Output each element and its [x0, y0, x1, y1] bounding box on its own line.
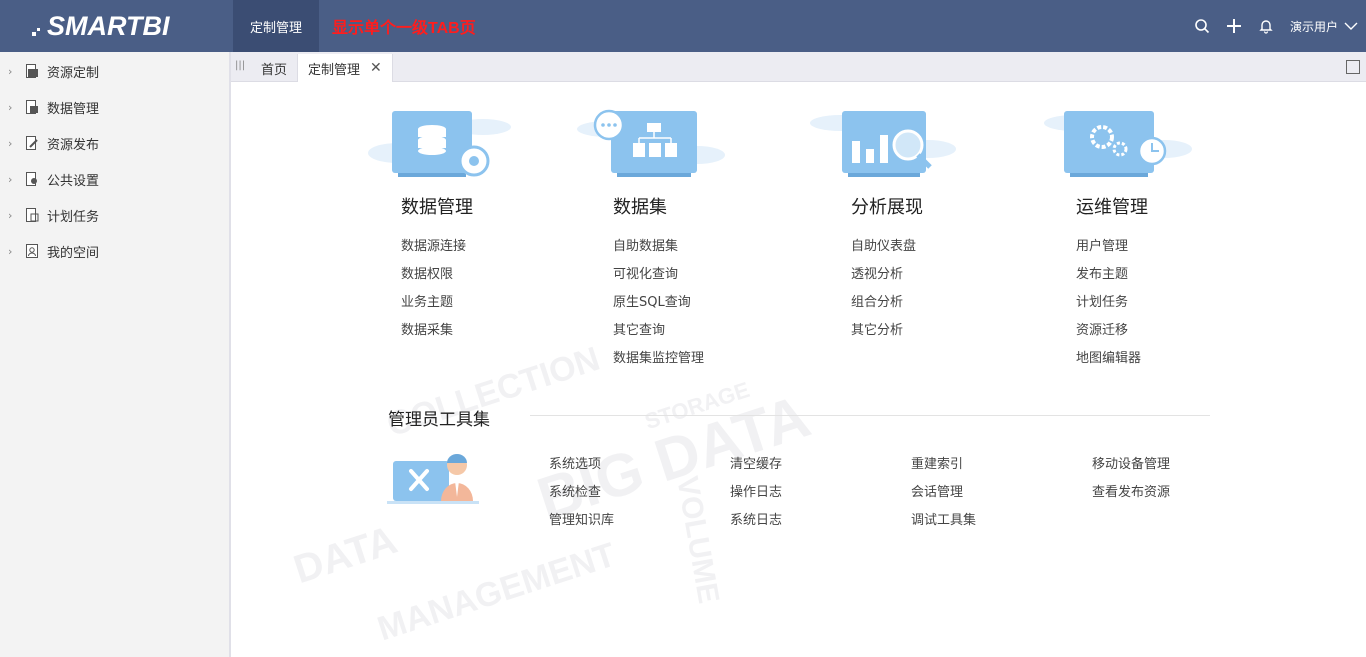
link-map-editor[interactable]: 地图编辑器 [1076, 351, 1141, 379]
category-links: 数据源连接 数据权限 业务主题 数据采集 [401, 239, 466, 351]
sidebar-item-label: 资源定制 [47, 65, 100, 81]
sidebar-item-label: 公共设置 [47, 173, 100, 189]
sidebar-item-my-space[interactable]: › 我的空间 [0, 233, 229, 269]
link-mobile-device-management[interactable]: 移动设备管理 [1092, 453, 1170, 481]
tab-menu-grip-icon[interactable]: ||| [235, 60, 245, 72]
top-tab-custom-management[interactable]: 定制管理 [233, 0, 319, 52]
link-publish-theme[interactable]: 发布主题 [1076, 267, 1141, 295]
link-scheduled-tasks[interactable]: 计划任务 [1076, 295, 1141, 323]
chevron-right-icon: › [8, 64, 13, 78]
tab-home-label: 首页 [261, 62, 288, 78]
sidebar-item-data-management[interactable]: › 数据管理 [0, 89, 229, 125]
category-links: 用户管理 发布主题 计划任务 资源迁移 地图编辑器 [1076, 239, 1141, 379]
link-datasource-connection[interactable]: 数据源连接 [401, 239, 466, 267]
chevron-right-icon: › [8, 208, 13, 222]
link-rebuild-index[interactable]: 重建索引 [911, 453, 976, 481]
link-system-log[interactable]: 系统日志 [730, 509, 782, 537]
link-operation-log[interactable]: 操作日志 [730, 481, 782, 509]
tab-custom-management[interactable]: 定制管理 ✕ [297, 54, 393, 82]
link-other-analysis[interactable]: 其它分析 [851, 323, 916, 351]
chart-magnifier-illustration-icon [810, 111, 956, 177]
user-menu[interactable]: 演示用户 [1290, 18, 1366, 35]
link-visual-query[interactable]: 可视化查询 [613, 267, 704, 295]
logo-text: SMARTBI [47, 10, 170, 41]
link-clear-cache[interactable]: 清空缓存 [730, 453, 782, 481]
link-business-theme[interactable]: 业务主题 [401, 295, 466, 323]
admin-tools-title: 管理员工具集 [388, 410, 490, 430]
divider [530, 415, 1210, 416]
category-title: 数据管理 [401, 197, 473, 218]
chevron-right-icon: › [8, 100, 13, 114]
sidebar-item-resource-custom[interactable]: › 资源定制 [0, 53, 229, 89]
database-gear-illustration-icon [368, 111, 511, 177]
link-system-options[interactable]: 系统选项 [549, 453, 614, 481]
link-session-management[interactable]: 会话管理 [911, 481, 976, 509]
folder-doc-icon [26, 64, 38, 78]
link-user-management[interactable]: 用户管理 [1076, 239, 1141, 267]
tab-home[interactable]: 首页 [251, 54, 297, 82]
link-data-collection[interactable]: 数据采集 [401, 323, 466, 351]
sidebar-item-resource-publish[interactable]: › 资源发布 [0, 125, 229, 161]
dataset-chat-illustration-icon [577, 109, 725, 177]
close-icon[interactable]: ✕ [370, 60, 382, 76]
main-content: COLLECTION BIG DATA DATA MANAGEMENT VOLU… [233, 83, 1366, 657]
sidebar-item-label: 数据管理 [47, 101, 100, 117]
admin-column: 移动设备管理 查看发布资源 [1092, 453, 1170, 509]
top-bar: SMARTBI 定制管理 显示单个一级TAB页 演示用户 [0, 0, 1366, 52]
link-self-service-dashboard[interactable]: 自助仪表盘 [851, 239, 916, 267]
category-links: 自助数据集 可视化查询 原生SQL查询 其它查询 数据集监控管理 [613, 239, 704, 379]
admin-column: 系统选项 系统检查 管理知识库 [549, 453, 614, 537]
database-doc-icon [26, 100, 38, 114]
publish-doc-icon [26, 136, 38, 150]
top-toolbar: 演示用户 [1186, 0, 1366, 52]
sidebar-item-public-settings[interactable]: › 公共设置 [0, 161, 229, 197]
gears-clock-illustration-icon [1044, 111, 1192, 177]
annotation-text: 显示单个一级TAB页 [332, 20, 476, 37]
category-title: 数据集 [613, 197, 667, 218]
chevron-right-icon: › [8, 244, 13, 258]
plus-icon[interactable] [1218, 10, 1250, 42]
link-view-published-resources[interactable]: 查看发布资源 [1092, 481, 1170, 509]
settings-doc-icon [26, 172, 37, 186]
sidebar-item-label: 我的空间 [47, 245, 100, 261]
calendar-doc-icon [26, 208, 39, 222]
chevron-right-icon: › [8, 172, 13, 186]
link-native-sql-query[interactable]: 原生SQL查询 [613, 295, 704, 323]
user-doc-icon [26, 244, 38, 258]
search-icon[interactable] [1186, 10, 1218, 42]
sidebar: › 资源定制 › 数据管理 › 资源发布 › 公共设置 › 计划任务 › 我的空… [0, 52, 231, 657]
sidebar-item-scheduled-tasks[interactable]: › 计划任务 [0, 197, 229, 233]
sidebar-item-label: 计划任务 [47, 209, 100, 225]
logo-mark-icon [32, 28, 40, 36]
bell-icon[interactable] [1250, 10, 1282, 42]
link-system-check[interactable]: 系统检查 [549, 481, 614, 509]
sidebar-item-label: 资源发布 [47, 137, 100, 153]
admin-column: 重建索引 会话管理 调试工具集 [911, 453, 976, 537]
tab-current-label: 定制管理 [308, 62, 361, 78]
chevron-right-icon: › [8, 136, 13, 150]
link-resource-migration[interactable]: 资源迁移 [1076, 323, 1141, 351]
category-ops-management [1044, 107, 1244, 191]
category-title: 分析展现 [851, 197, 923, 218]
link-self-service-dataset[interactable]: 自助数据集 [613, 239, 704, 267]
admin-column: 清空缓存 操作日志 系统日志 [730, 453, 782, 537]
category-data-management [368, 107, 568, 191]
tab-strip: ||| 首页 定制管理 ✕ [231, 52, 1366, 82]
link-debug-tools[interactable]: 调试工具集 [911, 509, 976, 537]
smartbi-logo[interactable]: SMARTBI [32, 8, 170, 44]
category-links: 自助仪表盘 透视分析 组合分析 其它分析 [851, 239, 916, 351]
link-other-query[interactable]: 其它查询 [613, 323, 704, 351]
category-analysis-display [810, 107, 1010, 191]
user-name: 演示用户 [1289, 19, 1338, 34]
chevron-down-icon [1344, 22, 1358, 30]
link-data-permission[interactable]: 数据权限 [401, 267, 466, 295]
link-knowledge-base[interactable]: 管理知识库 [549, 509, 614, 537]
link-dataset-monitor[interactable]: 数据集监控管理 [613, 351, 704, 379]
category-dataset [577, 107, 777, 191]
category-title: 运维管理 [1076, 197, 1148, 218]
maximize-icon[interactable] [1346, 60, 1360, 74]
link-combined-analysis[interactable]: 组合分析 [851, 295, 916, 323]
admin-person-illustration-icon [387, 454, 479, 504]
link-pivot-analysis[interactable]: 透视分析 [851, 267, 916, 295]
